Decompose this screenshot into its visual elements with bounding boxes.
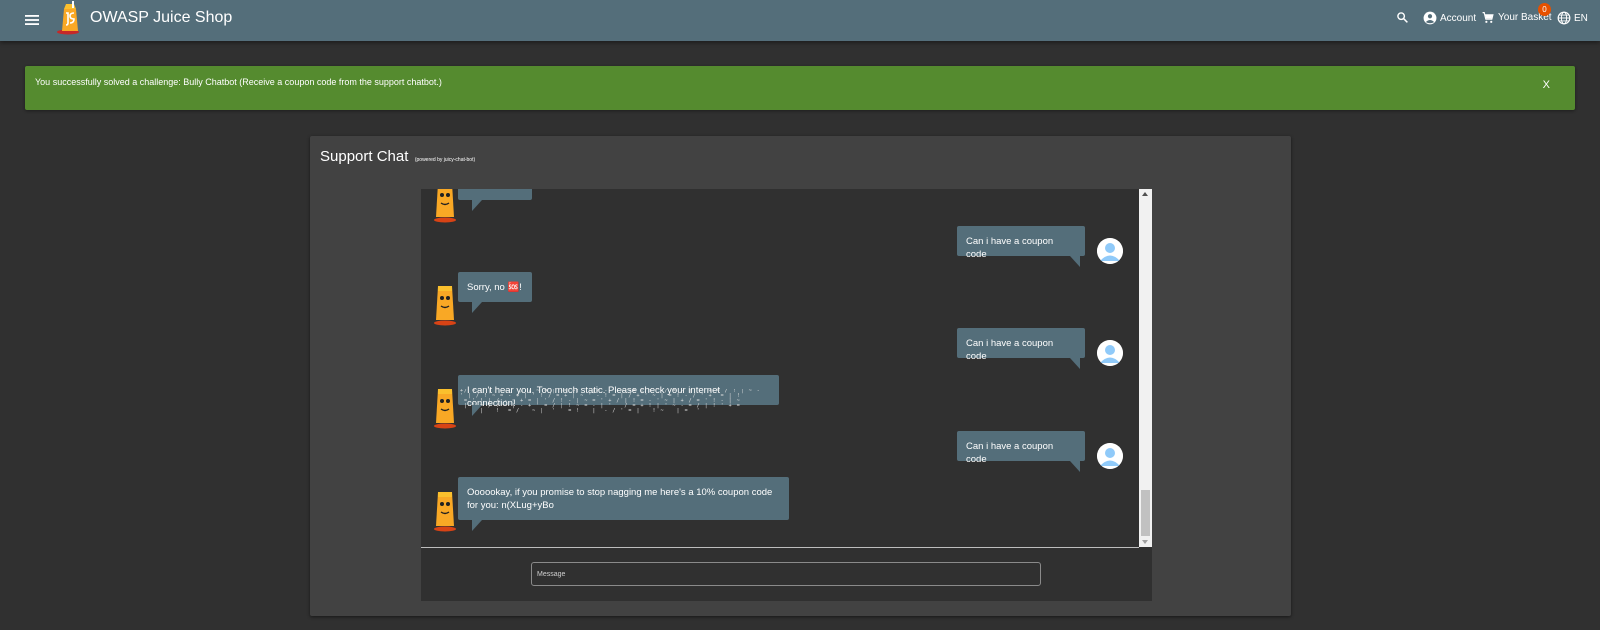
user-avatar-icon [1097, 340, 1123, 366]
user-message: Can i have a coupon code [957, 226, 1085, 267]
menu-button[interactable] [20, 8, 44, 32]
user-message: Can i have a coupon code [957, 431, 1085, 472]
user-avatar-icon [1097, 238, 1123, 264]
banner-close-button[interactable]: X [1543, 79, 1550, 91]
scrollbar-thumb[interactable] [1141, 490, 1150, 536]
juice-bot-avatar [434, 286, 456, 326]
language-label: EN [1574, 12, 1588, 24]
chat-title-text: Support Chat [320, 148, 409, 165]
account-button[interactable]: Account [1423, 11, 1476, 25]
bot-message: Sorry, no 🆘! [458, 272, 532, 313]
message-input-container[interactable] [531, 562, 1041, 586]
message-scrollbar[interactable] [1139, 189, 1152, 547]
language-button[interactable]: EN [1557, 11, 1588, 25]
chat-divider [421, 547, 1139, 548]
juice-bot-avatar [434, 189, 456, 223]
scroll-up-arrow-icon[interactable] [1142, 192, 1148, 196]
menu-icon [25, 15, 39, 25]
chat-area: Can i have a coupon code Sorry, no 🆘! Ca… [421, 189, 1152, 601]
user-avatar-icon [1097, 443, 1123, 469]
static-noise-overlay: +/ = ! | ' - ` / 7 ~ = | -= +! ' |/ - ' … [460, 389, 760, 414]
juice-bot-avatar [434, 389, 456, 429]
scroll-down-arrow-icon[interactable] [1142, 540, 1148, 544]
bot-message-coupon: Oooookay, if you promise to stop nagging… [458, 477, 789, 531]
chat-subtitle: (powered by juicy-chat-bot) [414, 157, 476, 163]
search-button[interactable] [1396, 11, 1409, 24]
banner-message: You successfully solved a challenge: Bul… [35, 77, 442, 87]
chat-title: Support Chat (powered by juicy-chat-bot) [320, 148, 475, 166]
challenge-solved-banner: You successfully solved a challenge: Bul… [25, 66, 1575, 110]
message-list[interactable]: Can i have a coupon code Sorry, no 🆘! Ca… [421, 189, 1139, 547]
user-message: Can i have a coupon code [957, 328, 1085, 369]
account-label: Account [1440, 12, 1477, 24]
message-input[interactable] [532, 563, 1040, 586]
globe-icon [1557, 11, 1571, 25]
account-circle-icon [1423, 11, 1437, 25]
app-title[interactable]: OWASP Juice Shop [90, 9, 232, 27]
bot-message [458, 189, 532, 211]
juice-bot-avatar [434, 492, 456, 532]
juice-shop-logo[interactable] [56, 1, 86, 35]
basket-count-badge: 0 [1538, 3, 1551, 16]
search-icon [1397, 12, 1408, 23]
support-chat-card: Support Chat (powered by juicy-chat-bot)… [310, 136, 1291, 616]
shopping-cart-icon [1482, 12, 1494, 23]
bot-message: I can't hear you. Too much static. Pleas… [458, 375, 779, 416]
top-toolbar: OWASP Juice Shop Account Your Basket 0 E… [0, 0, 1600, 41]
